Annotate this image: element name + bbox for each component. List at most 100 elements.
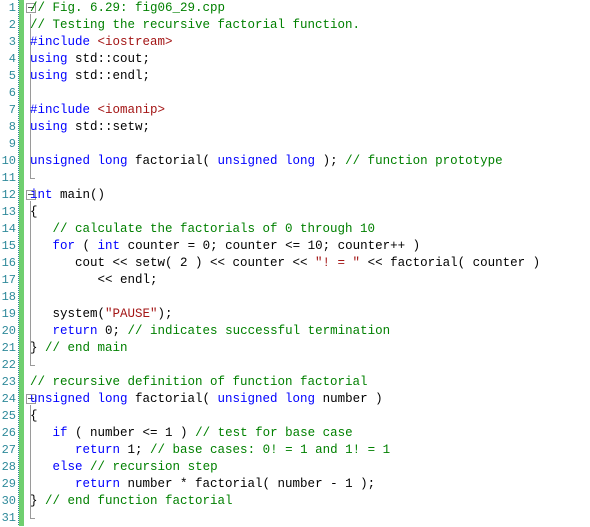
code-text[interactable]: #include <iomanip> xyxy=(30,102,165,119)
token-kw: return xyxy=(75,477,121,491)
token-txt: counter = 0; counter <= 10; counter++ ) xyxy=(120,239,421,253)
code-line[interactable]: 10 unsigned long factorial( unsigned long… xyxy=(0,153,590,170)
code-text[interactable]: cout << setw( 2 ) << counter << "! = " <… xyxy=(30,255,540,272)
code-line[interactable]: 16 cout << setw( 2 ) << counter << "! = … xyxy=(0,255,590,272)
code-text[interactable]: using std::endl; xyxy=(30,68,150,85)
code-text[interactable]: #include <iostream> xyxy=(30,34,173,51)
code-text[interactable]: return 0; // indicates successful termin… xyxy=(30,323,391,340)
token-cmt: // base cases: 0! = 1 and 1! = 1 xyxy=(150,443,391,457)
token-kw: unsigned long xyxy=(30,392,128,406)
token-cmt: // indicates successful termination xyxy=(127,324,391,338)
code-line[interactable]: 24 unsigned long factorial( unsigned long… xyxy=(0,391,590,408)
code-text[interactable]: return 1; // base cases: 0! = 1 and 1! =… xyxy=(30,442,390,459)
fold-column xyxy=(25,510,38,527)
token-str: "! = " xyxy=(315,256,361,270)
line-number: 21 xyxy=(1,341,16,355)
code-text[interactable]: using std::cout; xyxy=(30,51,150,68)
code-text[interactable]: } // end main xyxy=(30,340,128,357)
line-number: 4 xyxy=(8,52,16,66)
code-text[interactable]: else // recursion step xyxy=(30,459,218,476)
line-number: 20 xyxy=(1,324,16,338)
token-kw: unsigned long xyxy=(217,154,316,168)
code-line[interactable]: 1 // Fig. 6.29: fig06_29.cpp xyxy=(0,0,590,17)
code-line[interactable]: 14 // calculate the factorials of 0 thro… xyxy=(0,221,590,238)
token-txt: number * factorial( number - 1 ); xyxy=(120,477,376,491)
line-number: 9 xyxy=(8,137,16,151)
code-line[interactable]: 15 for ( int counter = 0; counter <= 10;… xyxy=(0,238,590,255)
code-line[interactable]: 12 int main() xyxy=(0,187,590,204)
code-line[interactable]: 20 return 0; // indicates successful ter… xyxy=(0,323,590,340)
code-text[interactable]: for ( int counter = 0; counter <= 10; co… xyxy=(30,238,421,255)
code-text[interactable]: int main() xyxy=(30,187,105,204)
code-line[interactable]: 23 // recursive definition of function fa… xyxy=(0,374,590,391)
token-kw: unsigned long xyxy=(30,154,128,168)
code-line[interactable]: 9 xyxy=(0,136,590,153)
token-txt: } xyxy=(30,494,46,508)
code-line[interactable]: 4 using std::cout; xyxy=(0,51,590,68)
token-cmt: // end function factorial xyxy=(45,494,233,508)
fold-column xyxy=(25,136,38,153)
code-line[interactable]: 13 { xyxy=(0,204,590,221)
code-text[interactable]: << endl; xyxy=(30,272,158,289)
code-text[interactable]: // Fig. 6.29: fig06_29.cpp xyxy=(30,0,225,17)
code-line[interactable]: 31 xyxy=(0,510,590,527)
line-number: 3 xyxy=(8,35,16,49)
code-text[interactable]: } // end function factorial xyxy=(30,493,233,510)
code-line[interactable]: 7 #include <iomanip> xyxy=(0,102,590,119)
fold-column xyxy=(25,357,38,374)
code-line[interactable]: 30} // end function factorial xyxy=(0,493,590,510)
code-line[interactable]: 5 using std::endl; xyxy=(0,68,590,85)
code-line[interactable]: 8 using std::setw; xyxy=(0,119,590,136)
code-line[interactable]: 28 else // recursion step xyxy=(0,459,590,476)
code-text[interactable]: { xyxy=(30,204,38,221)
token-inc: <iostream> xyxy=(97,35,173,49)
code-line[interactable]: 18 xyxy=(0,289,590,306)
code-text[interactable]: // recursive definition of function fact… xyxy=(30,374,368,391)
code-line[interactable]: 17 << endl; xyxy=(0,272,590,289)
token-txt: factorial( xyxy=(127,392,218,406)
code-line[interactable]: 3 #include <iostream> xyxy=(0,34,590,51)
code-text[interactable]: { xyxy=(30,408,38,425)
fold-column xyxy=(25,170,38,187)
token-cmt: // end main xyxy=(45,341,128,355)
code-line[interactable]: 19 system("PAUSE"); xyxy=(0,306,590,323)
code-line[interactable]: 27 return 1; // base cases: 0! = 1 and 1… xyxy=(0,442,590,459)
code-text[interactable]: // calculate the factorials of 0 through… xyxy=(30,221,376,238)
code-text[interactable]: // Testing the recursive factorial funct… xyxy=(30,17,360,34)
line-number: 5 xyxy=(8,69,16,83)
code-text[interactable]: return number * factorial( number - 1 ); xyxy=(30,476,375,493)
token-inc: <iomanip> xyxy=(97,103,166,117)
code-line[interactable]: 25 { xyxy=(0,408,590,425)
line-number: 24 xyxy=(1,392,16,406)
code-text[interactable]: system("PAUSE"); xyxy=(30,306,173,323)
fold-end-marker xyxy=(30,357,35,366)
code-text[interactable]: using std::setw; xyxy=(30,119,150,136)
code-text[interactable]: unsigned long factorial( unsigned long )… xyxy=(30,153,503,170)
code-text[interactable]: if ( number <= 1 ) // test for base case xyxy=(30,425,353,442)
code-line[interactable]: 6 xyxy=(0,85,590,102)
token-cmt: // recursion step xyxy=(90,460,218,474)
code-lines-container[interactable]: 1 // Fig. 6.29: fig06_29.cpp 2 // Testing t… xyxy=(0,0,590,527)
code-line[interactable]: 21 } // end main xyxy=(0,340,590,357)
token-kw: for xyxy=(52,239,76,253)
code-editor[interactable]: 1 // Fig. 6.29: fig06_29.cpp 2 // Testing t… xyxy=(0,0,590,526)
code-text[interactable]: unsigned long factorial( unsigned long n… xyxy=(30,391,383,408)
code-line[interactable]: 26 if ( number <= 1 ) // test for base c… xyxy=(0,425,590,442)
code-line[interactable]: 29 return number * factorial( number - 1… xyxy=(0,476,590,493)
line-number: 17 xyxy=(1,273,16,287)
line-number: 23 xyxy=(1,375,16,389)
code-line[interactable]: 22 xyxy=(0,357,590,374)
token-str: "PAUSE" xyxy=(105,307,158,321)
code-line[interactable]: 2 // Testing the recursive factorial func… xyxy=(0,17,590,34)
token-pre: #include xyxy=(30,35,98,49)
code-line[interactable]: 11 xyxy=(0,170,590,187)
token-kw: unsigned long xyxy=(217,392,316,406)
token-kw: else xyxy=(52,460,83,474)
token-txt: factorial( xyxy=(127,154,218,168)
token-cmt: // test for base case xyxy=(195,426,353,440)
line-number: 29 xyxy=(1,477,16,491)
